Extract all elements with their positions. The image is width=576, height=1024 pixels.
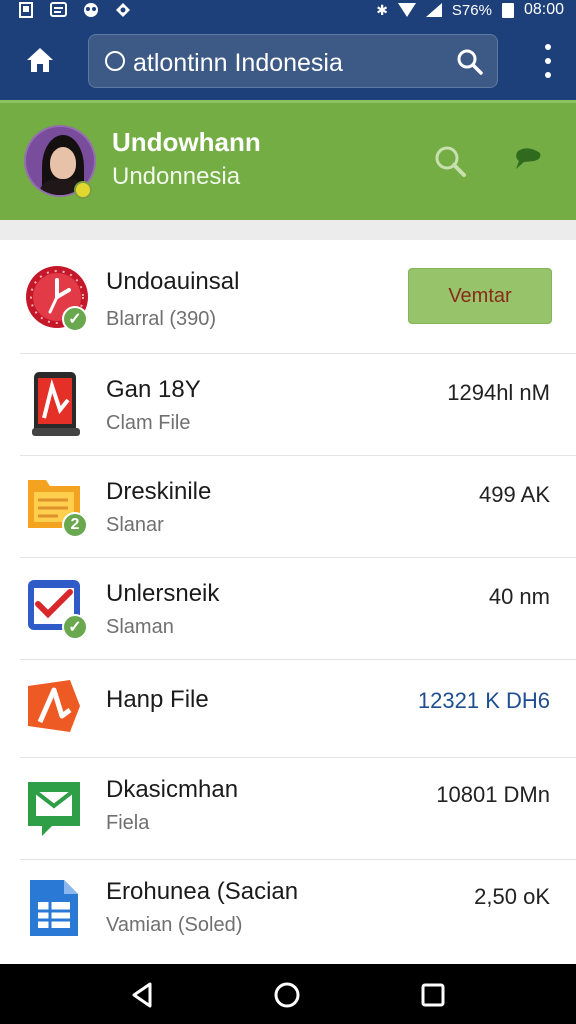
profile-name: Undowhann: [112, 127, 261, 157]
list-item[interactable]: 2 Dreskinile Slanar 499 AK: [0, 456, 576, 558]
item-badge: 2: [62, 512, 88, 538]
profile-subtitle: Undonnesia: [112, 163, 241, 190]
item-title: Dreskinile: [106, 478, 212, 505]
item-meta: 2,50 oK: [474, 884, 550, 909]
signal-icon: [425, 3, 442, 17]
item-meta: 12321 K DH6: [417, 688, 550, 713]
item-subtitle: Blarral (390): [106, 308, 217, 330]
notification-icon: [18, 2, 36, 18]
bluetooth-icon: ✱: [376, 1, 388, 18]
item-meta: 499 AK: [479, 482, 550, 507]
item-meta: 1294hl nM: [447, 380, 550, 405]
item-title: Unlersneik: [106, 580, 220, 607]
sheets-app-icon: [24, 876, 88, 940]
search-input[interactable]: atlontinn Indonesia: [133, 49, 343, 78]
chat-icon: [516, 148, 541, 169]
section-divider: [0, 220, 576, 240]
home-icon: [27, 48, 53, 72]
search-bar[interactable]: atlontinn Indonesia: [88, 34, 498, 88]
item-subtitle: Fiela: [106, 812, 150, 834]
profile-search-button[interactable]: [432, 143, 468, 179]
home-circle-icon: [274, 982, 300, 1008]
item-title: Undoauinsal: [106, 268, 240, 295]
list-item[interactable]: Gan 18Y Clam File 1294hl nM: [0, 354, 576, 456]
vemtar-button[interactable]: Vemtar: [408, 268, 552, 324]
profile-header: Undowhann Undonnesia: [0, 100, 576, 220]
acrobat-icon: [24, 676, 88, 740]
item-title: Erohunea (Sacian: [106, 878, 299, 905]
back-icon: [132, 982, 152, 1008]
item-subtitle: Slanar: [106, 514, 164, 536]
search-icon: [435, 146, 466, 177]
profile-chat-button[interactable]: [512, 147, 544, 175]
app-bar: atlontinn Indonesia: [0, 20, 576, 100]
list-item[interactable]: Erohunea (Sacian Vamian (Soled) 2,50 oK: [0, 860, 576, 964]
search-icon[interactable]: [455, 47, 485, 77]
item-title: Gan 18Y: [106, 376, 201, 403]
mail-app-icon: [24, 778, 88, 842]
list-item[interactable]: Dkasicmhan Fiela 10801 DMn: [0, 758, 576, 860]
list-item[interactable]: Hanp File 12321 K DH6: [0, 660, 576, 758]
item-title: Hanp File: [106, 686, 209, 713]
home-nav-button[interactable]: [272, 980, 302, 1010]
item-meta: 10801 DMn: [436, 782, 550, 807]
recents-button[interactable]: [418, 980, 448, 1010]
message-icon: [50, 2, 68, 18]
list-item[interactable]: ✓ Unlersneik Slaman 40 nm: [0, 558, 576, 660]
home-button[interactable]: [20, 42, 60, 78]
search-mode-icon: [105, 51, 125, 71]
item-subtitle: Slaman: [106, 616, 174, 638]
item-meta: 40 nm: [488, 584, 550, 609]
avatar-status-badge: [74, 181, 92, 199]
more-options-button[interactable]: [542, 44, 554, 78]
back-button[interactable]: [128, 980, 158, 1010]
item-subtitle: Clam File: [106, 412, 191, 434]
item-badge: ✓: [62, 614, 88, 640]
status-bar: ✱ S76% 08:00: [0, 0, 576, 20]
clock: 08:00: [523, 1, 564, 18]
pdf-phone-icon: [24, 370, 88, 436]
recents-icon: [421, 983, 445, 1007]
system-icons: ✱ S76% 08:00: [376, 0, 564, 20]
list-item[interactable]: ✓ Undoauinsal Blarral (390) Vemtar: [0, 240, 576, 354]
wifi-icon: [397, 3, 416, 17]
item-title: Dkasicmhan: [106, 776, 239, 803]
location-icon: [114, 2, 132, 18]
app-icon: [82, 2, 100, 18]
battery-icon: [501, 2, 514, 18]
system-nav-bar: [0, 964, 576, 1024]
notification-icons: [18, 0, 132, 20]
item-badge: ✓: [62, 306, 88, 332]
battery-percent: S76%: [451, 1, 492, 19]
item-subtitle: Vamian (Soled): [106, 914, 243, 936]
more-vertical-icon: [545, 44, 551, 50]
